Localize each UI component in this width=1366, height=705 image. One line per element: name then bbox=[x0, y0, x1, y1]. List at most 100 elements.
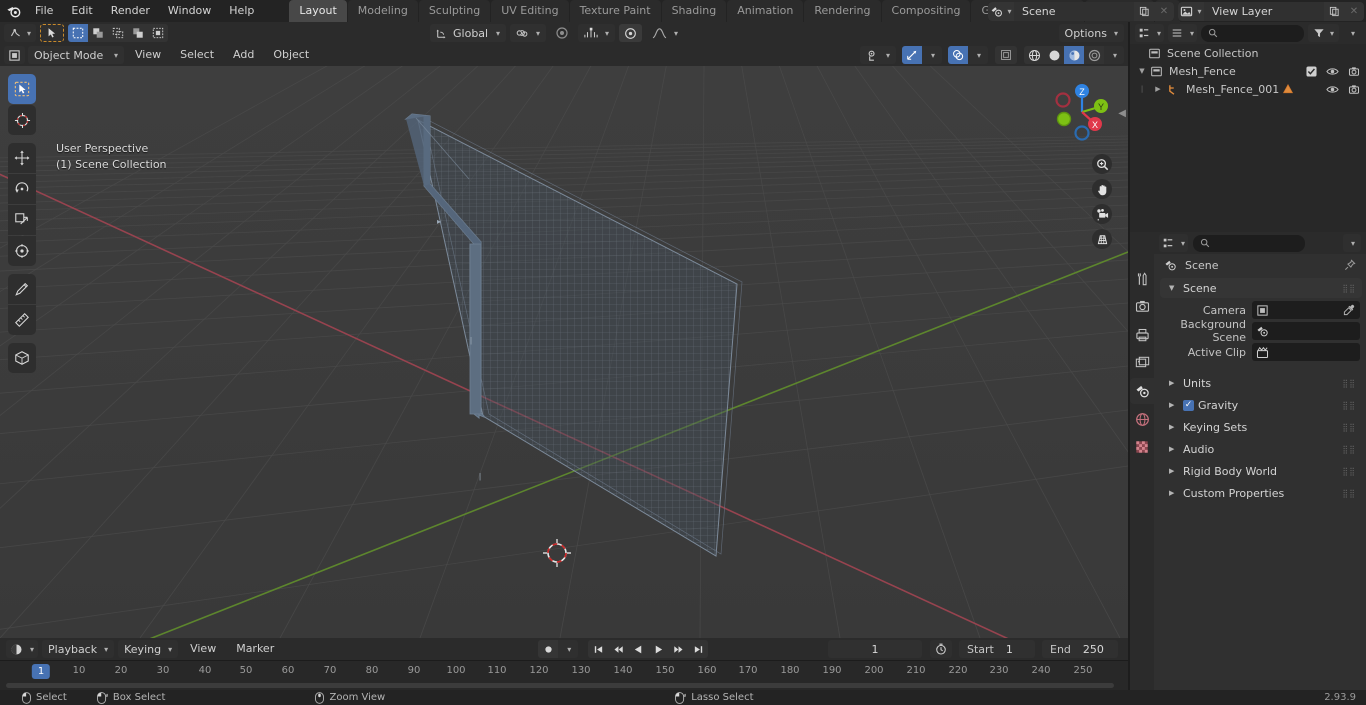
tool-tweak-select[interactable] bbox=[8, 74, 36, 104]
panel-header-gravity[interactable]: ▶ ✓ Gravity ⣿⣿ bbox=[1160, 395, 1362, 415]
jump-to-end-button[interactable] bbox=[688, 640, 708, 658]
camera-view-icon[interactable] bbox=[1092, 204, 1112, 224]
tool-settings-editor-icon[interactable]: ▾ bbox=[4, 24, 36, 42]
disable-in-renders-camera-icon[interactable] bbox=[1348, 84, 1360, 95]
show-overlays-icon[interactable] bbox=[948, 46, 968, 64]
menu-edit[interactable]: Edit bbox=[62, 2, 101, 20]
auto-keying-group[interactable]: ▾ bbox=[538, 640, 578, 658]
panel-header-rigid-body-world[interactable]: ▶ Rigid Body World ⣿⣿ bbox=[1160, 461, 1362, 481]
jump-to-start-button[interactable] bbox=[588, 640, 608, 658]
new-scene-button[interactable] bbox=[1134, 2, 1154, 21]
frame-start-field[interactable]: Start 1 bbox=[959, 640, 1035, 658]
unlink-scene-button[interactable]: ✕ bbox=[1154, 2, 1174, 21]
shading-rendered-icon[interactable] bbox=[1084, 46, 1104, 64]
properties-tab-scene[interactable] bbox=[1130, 378, 1154, 404]
timeline-editor-type-dropdown[interactable]: ▾ bbox=[6, 640, 38, 658]
workspace-tab-shading[interactable]: Shading bbox=[662, 0, 727, 22]
set-select-icon[interactable] bbox=[68, 24, 88, 42]
eyedropper-icon[interactable] bbox=[1343, 304, 1355, 316]
panel-disclosure-right-icon[interactable]: ▶ bbox=[1169, 423, 1177, 431]
navigation-gizmo[interactable]: Z Y X bbox=[1044, 74, 1120, 150]
collection-checkbox[interactable] bbox=[1306, 66, 1317, 77]
extend-select-icon[interactable] bbox=[88, 24, 108, 42]
tool-measure[interactable] bbox=[8, 305, 36, 335]
viewport-canvas[interactable]: ▸ | | bbox=[0, 66, 1128, 638]
active-clip-field[interactable] bbox=[1252, 343, 1360, 361]
shading-material-preview-icon[interactable] bbox=[1064, 46, 1084, 64]
view-layer-datablock[interactable]: ▾ View Layer ✕ bbox=[1178, 2, 1364, 21]
editor-type-dropdown[interactable] bbox=[4, 46, 25, 64]
tool-transform[interactable] bbox=[8, 236, 36, 266]
properties-options-chevron-icon[interactable]: ▾ bbox=[1343, 234, 1361, 252]
background-scene-field[interactable] bbox=[1252, 322, 1360, 340]
new-view-layer-button[interactable] bbox=[1324, 2, 1344, 21]
shading-mode-group[interactable]: ▾ bbox=[1024, 46, 1124, 64]
gizmo-toggle-group[interactable]: ▾ bbox=[902, 46, 942, 64]
subtract-select-icon[interactable] bbox=[108, 24, 128, 42]
active-tool-icon[interactable] bbox=[40, 24, 64, 42]
shading-wireframe-icon[interactable] bbox=[1024, 46, 1044, 64]
toggle-xray-icon[interactable] bbox=[995, 46, 1017, 64]
filter-icon[interactable]: ▾ bbox=[1308, 24, 1339, 42]
outliner-row-mesh-fence-001[interactable]: | ▶ Mesh_Fence_001 bbox=[1130, 80, 1366, 98]
gravity-checkbox[interactable]: ✓ bbox=[1183, 400, 1194, 411]
timeline-menu-playback[interactable]: Playback▾ bbox=[42, 640, 114, 658]
tool-annotate[interactable] bbox=[8, 274, 36, 304]
menu-help[interactable]: Help bbox=[220, 2, 263, 20]
tool-add-cube[interactable] bbox=[8, 343, 36, 373]
panel-disclosure-right-icon[interactable]: ▶ bbox=[1169, 445, 1177, 453]
playhead[interactable]: 1 bbox=[32, 664, 50, 679]
object-visibility-dropdown[interactable]: ▾ bbox=[860, 46, 896, 64]
difference-select-icon[interactable] bbox=[148, 24, 168, 42]
overlays-options-chevron-icon[interactable]: ▾ bbox=[968, 46, 988, 64]
frame-end-field[interactable]: End 250 bbox=[1042, 640, 1118, 658]
properties-tab-view-layer[interactable] bbox=[1130, 350, 1154, 376]
pin-icon[interactable] bbox=[1344, 259, 1356, 271]
gizmo-options-chevron-icon[interactable]: ▾ bbox=[922, 46, 942, 64]
zoom-icon[interactable] bbox=[1092, 154, 1112, 174]
outliner-search-input[interactable] bbox=[1201, 25, 1304, 42]
panel-header-audio[interactable]: ▶ Audio ⣿⣿ bbox=[1160, 439, 1362, 459]
interaction-mode-dropdown[interactable]: Object Mode ▾ bbox=[28, 46, 124, 64]
play-button[interactable] bbox=[648, 640, 668, 658]
disclosure-triangle-down-icon[interactable]: ▼ bbox=[1136, 67, 1148, 75]
viewport-menu-select[interactable]: Select bbox=[172, 46, 222, 64]
menu-window[interactable]: Window bbox=[159, 2, 220, 20]
remove-view-layer-button[interactable]: ✕ bbox=[1344, 2, 1364, 21]
panel-disclosure-right-icon[interactable]: ▶ bbox=[1169, 379, 1177, 387]
tool-move[interactable] bbox=[8, 143, 36, 173]
proportional-editing-toggle[interactable] bbox=[550, 24, 574, 42]
workspace-tab-texture-paint[interactable]: Texture Paint bbox=[570, 0, 661, 22]
overlays-toggle-group[interactable]: ▾ bbox=[948, 46, 988, 64]
outliner-filter-chevron-icon[interactable]: ▾ bbox=[1343, 24, 1361, 42]
play-reverse-button[interactable] bbox=[628, 640, 648, 658]
timeline-menu-keying[interactable]: Keying▾ bbox=[118, 640, 178, 658]
toggle-perspective-icon[interactable] bbox=[1092, 229, 1112, 249]
timeline-horizontal-scrollbar[interactable] bbox=[6, 683, 1114, 688]
view-layer-name-field[interactable]: View Layer bbox=[1204, 2, 1324, 21]
options-dropdown[interactable]: Options ▾ bbox=[1059, 24, 1124, 42]
intersect-select-icon[interactable] bbox=[128, 24, 148, 42]
hide-in-viewport-eye-icon[interactable] bbox=[1326, 66, 1339, 77]
tool-cursor[interactable] bbox=[8, 105, 36, 135]
shading-options-chevron-icon[interactable]: ▾ bbox=[1104, 46, 1124, 64]
falloff-curve-dropdown[interactable]: ▾ bbox=[646, 24, 684, 42]
properties-editor-type-dropdown[interactable]: ▾ bbox=[1159, 234, 1188, 252]
transform-orientation-dropdown[interactable]: Global ▾ bbox=[430, 24, 506, 42]
menu-render[interactable]: Render bbox=[102, 2, 159, 20]
outliner-editor-type-dropdown[interactable]: ▾ bbox=[1135, 24, 1164, 42]
select-mode-group[interactable] bbox=[68, 24, 168, 42]
properties-tab-texture[interactable] bbox=[1130, 434, 1154, 460]
workspace-tab-uv-editing[interactable]: UV Editing bbox=[491, 0, 568, 22]
workspace-tab-animation[interactable]: Animation bbox=[727, 0, 803, 22]
panel-disclosure-right-icon[interactable]: ▶ bbox=[1169, 489, 1177, 497]
scene-name-field[interactable]: Scene bbox=[1014, 2, 1134, 21]
workspace-tab-rendering[interactable]: Rendering bbox=[804, 0, 880, 22]
disable-in-renders-camera-icon[interactable] bbox=[1348, 66, 1360, 77]
tool-scale[interactable] bbox=[8, 205, 36, 235]
jump-prev-keyframe-button[interactable] bbox=[608, 640, 628, 658]
workspace-tab-compositing[interactable]: Compositing bbox=[882, 0, 971, 22]
properties-tab-tool[interactable] bbox=[1130, 266, 1154, 292]
proportional-falloff-dropdown[interactable]: ▾ bbox=[578, 24, 615, 42]
properties-tab-world[interactable] bbox=[1130, 406, 1154, 432]
